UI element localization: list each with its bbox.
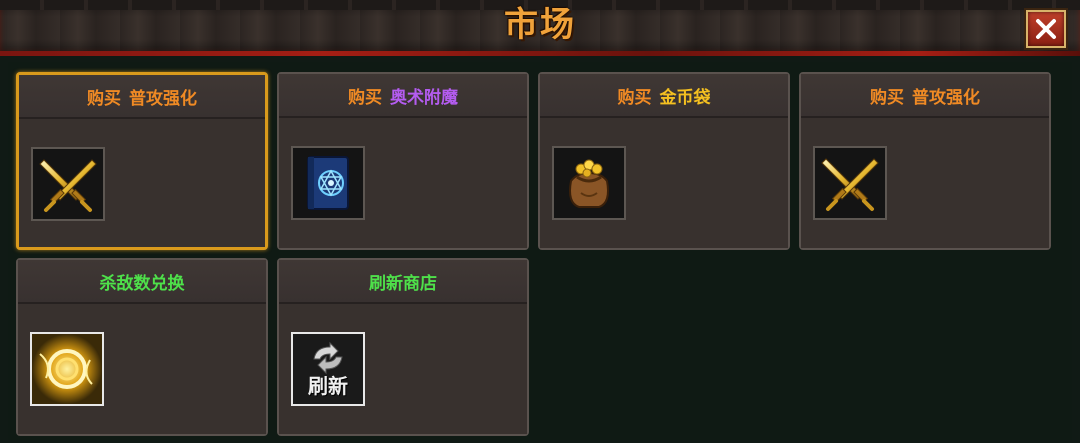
refresh-icon-text: 刷新 [308,374,348,398]
card-buy-prefix: 购买 [870,87,904,108]
card-header: 购买 金币袋 [540,74,788,118]
card-body [801,118,1049,248]
card-header: 刷新商店 [279,260,527,304]
shop-card-refresh-shop[interactable]: 刷新商店 刷新 [277,258,529,436]
shop-card-kill-count-exchange[interactable]: 杀敌数兑换 [16,258,268,436]
item-slot[interactable] [552,146,626,220]
market-panel: 购买 普攻强化 购买 奥术附魔 购买 金币袋 购买 普攻强化 杀敌数兑换 刷新商… [8,62,1072,440]
golden-vortex-icon [32,334,102,404]
card-item-name: 普攻强化 [912,87,980,108]
card-header: 杀敌数兑换 [18,260,266,304]
page-title: 市场 [504,5,576,45]
card-body [19,119,265,247]
refresh-button[interactable]: 刷新 [291,332,365,406]
card-header: 购买 普攻强化 [19,75,265,119]
refresh-icon [313,341,343,375]
card-header: 购买 普攻强化 [801,74,1049,118]
item-slot[interactable] [31,147,105,221]
card-buy-prefix: 购买 [617,87,652,108]
card-buy-prefix: 购买 [87,88,121,109]
item-slot[interactable] [291,146,365,220]
gold-bag-icon [569,159,609,208]
card-label: 杀敌数兑换 [99,273,185,294]
arcane-tome-icon [307,156,349,210]
crossed-swords-icon [39,159,97,212]
card-item-name: 奥术附魔 [390,87,458,108]
card-item-name: 金币袋 [659,87,711,108]
card-body [18,304,266,434]
shop-card-arcane-enchant[interactable]: 购买 奥术附魔 [277,72,529,250]
card-header: 购买 奥术附魔 [279,74,527,118]
item-slot[interactable] [813,146,887,220]
close-icon [1036,19,1056,39]
item-slot[interactable] [30,332,104,406]
shop-card-basic-attack-boost-1[interactable]: 购买 普攻强化 [16,72,268,250]
title-bar: 市场 [0,0,1080,56]
card-body [540,118,788,248]
close-button[interactable] [1026,10,1066,48]
card-label: 刷新商店 [369,273,437,294]
shop-card-basic-attack-boost-2[interactable]: 购买 普攻强化 [799,72,1051,250]
crossed-swords-icon [821,158,879,211]
card-item-name: 普攻强化 [129,88,197,109]
card-body [279,118,527,248]
card-body: 刷新 [279,304,527,434]
card-buy-prefix: 购买 [348,87,382,108]
shop-card-gold-bag[interactable]: 购买 金币袋 [538,72,790,250]
